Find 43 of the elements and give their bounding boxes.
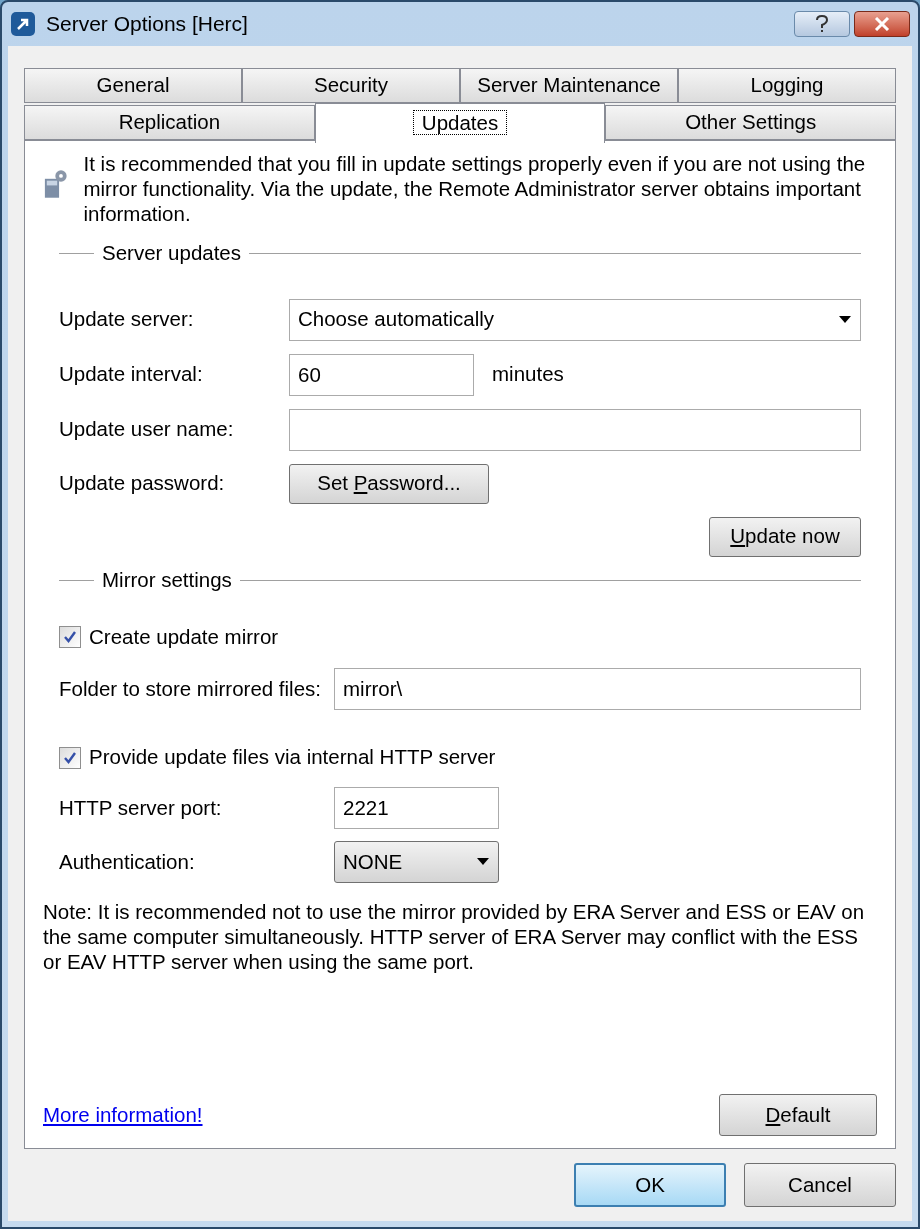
tab[interactable]: Security (242, 68, 460, 103)
input-field[interactable]: 2221 (334, 787, 499, 829)
dropdown[interactable]: NONE (334, 841, 499, 883)
update-now-button[interactable]: Update now (709, 516, 861, 557)
intro-text: It is recommended that you fill in update settings properly even if you are not using the mirror functionality. Via the update, the Remote Administrator server obtains important information. (83, 151, 867, 226)
field-label: Update interval: (59, 361, 204, 388)
dropdown[interactable]: Choose automatically (289, 298, 861, 341)
tab[interactable]: Updates (314, 103, 606, 143)
field-label: Folder to store mirrored files: (59, 675, 323, 702)
caret-icon (838, 315, 852, 324)
set-password-button[interactable]: Set Password... (289, 463, 489, 504)
unit-label: minutes (492, 361, 564, 388)
caret-icon (476, 858, 490, 866)
more-information-link[interactable]: More information! (43, 1099, 203, 1131)
default-button[interactable]: Default (719, 1094, 877, 1136)
ok-button[interactable]: OK (574, 1163, 726, 1207)
cancel-button[interactable]: Cancel (744, 1163, 896, 1207)
tab[interactable]: General (24, 68, 242, 103)
tab[interactable]: Other Settings (605, 105, 896, 140)
close-button[interactable] (854, 11, 910, 37)
checkbox[interactable] (59, 625, 81, 648)
field-label: HTTP server port: (59, 794, 223, 821)
checkbox[interactable] (59, 746, 81, 769)
tab[interactable]: Server Maintenance (460, 68, 678, 103)
group-title: Mirror settings (102, 566, 232, 593)
tab[interactable]: Logging (678, 68, 896, 103)
group-title: Server updates (102, 240, 242, 266)
input-field[interactable] (289, 408, 861, 451)
close-icon (874, 17, 890, 31)
app-icon (10, 11, 36, 37)
field-label: Update password: (59, 470, 226, 497)
checkbox-label: Provide update files via internal HTTP server (89, 744, 496, 771)
help-button[interactable] (794, 11, 850, 37)
field-label: Update server: (59, 306, 195, 333)
window-title: Server Options [Herc] (46, 11, 248, 38)
field-label: Update user name: (59, 416, 235, 443)
field-label: Authentication: (59, 848, 196, 875)
input-field[interactable]: 60 (289, 353, 474, 396)
input-field[interactable]: mirror\ (334, 668, 861, 711)
checkbox-label: Create update mirror (89, 623, 279, 650)
note-text: Note: It is recommended not to use the mirror provided by ERA Server and ESS or EAV on the same computer simultaneously. HTTP server of ERA Server may conflict with the ESS or EAV HTTP server when using the same port. (43, 899, 866, 974)
tab[interactable]: Replication (24, 105, 315, 140)
help-icon (815, 15, 829, 33)
